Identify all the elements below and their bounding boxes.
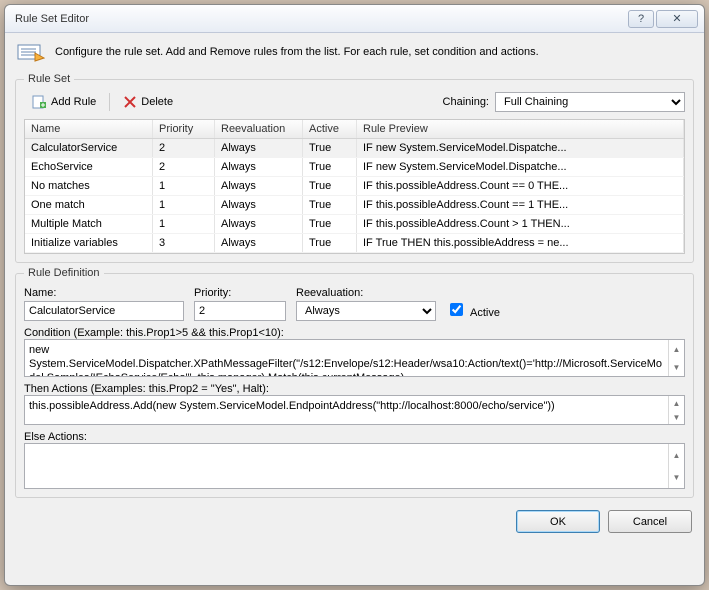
priority-label: Priority:	[194, 287, 286, 299]
instruction-row: Configure the rule set. Add and Remove r…	[15, 39, 694, 69]
ruleset-legend: Rule Set	[24, 73, 74, 85]
then-label: Then Actions (Examples: this.Prop2 = "Ye…	[24, 383, 685, 395]
col-header-priority[interactable]: Priority	[153, 120, 215, 138]
add-rule-label: Add Rule	[51, 96, 96, 108]
add-rule-icon	[31, 94, 47, 110]
reeval-label: Reevaluation:	[296, 287, 436, 299]
instruction-text: Configure the rule set. Add and Remove r…	[55, 46, 539, 58]
dialog-window: Rule Set Editor ? ✕ Configure the rule s…	[4, 4, 705, 586]
chaining-select[interactable]: Full Chaining	[495, 92, 685, 112]
close-button[interactable]: ✕	[656, 10, 698, 28]
delete-label: Delete	[141, 96, 173, 108]
spin-down-icon[interactable]: ▼	[669, 358, 684, 376]
spin-up-icon[interactable]: ▲	[669, 444, 684, 466]
spin-down-icon[interactable]: ▼	[669, 466, 684, 488]
close-icon: ✕	[672, 12, 681, 25]
ruledef-legend: Rule Definition	[24, 267, 104, 279]
titlebar: Rule Set Editor ? ✕	[5, 5, 704, 33]
ruleset-icon	[17, 41, 45, 63]
active-label: Active	[470, 307, 500, 319]
table-row[interactable]: CalculatorService2AlwaysTrueIF new Syste…	[25, 139, 684, 158]
help-button[interactable]: ?	[628, 10, 654, 28]
active-checkbox[interactable]	[450, 303, 463, 316]
ruledef-group: Rule Definition Name: Priority: Reevalua…	[15, 267, 694, 498]
spin-down-icon[interactable]: ▼	[669, 410, 684, 424]
table-row[interactable]: Multiple Match1AlwaysTrueIF this.possibl…	[25, 215, 684, 234]
chaining-label: Chaining:	[443, 96, 489, 108]
table-row[interactable]: One match1AlwaysTrueIF this.possibleAddr…	[25, 196, 684, 215]
else-field[interactable]	[25, 444, 668, 488]
delete-rule-button[interactable]: Delete	[116, 92, 180, 112]
delete-icon	[123, 95, 137, 109]
table-row[interactable]: No matches1AlwaysTrueIF this.possibleAdd…	[25, 177, 684, 196]
name-label: Name:	[24, 287, 184, 299]
help-icon: ?	[638, 13, 644, 25]
ruleset-group: Rule Set Add Rule Delete Chaining: Full …	[15, 73, 694, 263]
spin-up-icon[interactable]: ▲	[669, 396, 684, 410]
col-header-active[interactable]: Active	[303, 120, 357, 138]
condition-label: Condition (Example: this.Prop1>5 && this…	[24, 327, 685, 339]
window-title: Rule Set Editor	[15, 13, 628, 25]
reeval-select[interactable]: Always	[296, 301, 436, 321]
cancel-button[interactable]: Cancel	[608, 510, 692, 533]
table-row[interactable]: Initialize variables3AlwaysTrueIF True T…	[25, 234, 684, 253]
grid-body: CalculatorService2AlwaysTrueIF new Syste…	[25, 139, 684, 253]
toolbar-separator	[109, 93, 110, 111]
col-header-reeval[interactable]: Reevaluation	[215, 120, 303, 138]
rules-grid: Name Priority Reevaluation Active Rule P…	[24, 119, 685, 254]
then-field[interactable]: this.possibleAddress.Add(new System.Serv…	[25, 396, 668, 424]
grid-header: Name Priority Reevaluation Active Rule P…	[25, 120, 684, 139]
add-rule-button[interactable]: Add Rule	[24, 91, 103, 113]
name-field[interactable]	[24, 301, 184, 321]
col-header-preview[interactable]: Rule Preview	[357, 120, 684, 138]
priority-field[interactable]	[194, 301, 286, 321]
else-label: Else Actions:	[24, 431, 685, 443]
condition-field[interactable]: new System.ServiceModel.Dispatcher.XPath…	[25, 340, 668, 376]
ok-button[interactable]: OK	[516, 510, 600, 533]
spin-up-icon[interactable]: ▲	[669, 340, 684, 358]
table-row[interactable]: EchoService2AlwaysTrueIF new System.Serv…	[25, 158, 684, 177]
col-header-name[interactable]: Name	[25, 120, 153, 138]
